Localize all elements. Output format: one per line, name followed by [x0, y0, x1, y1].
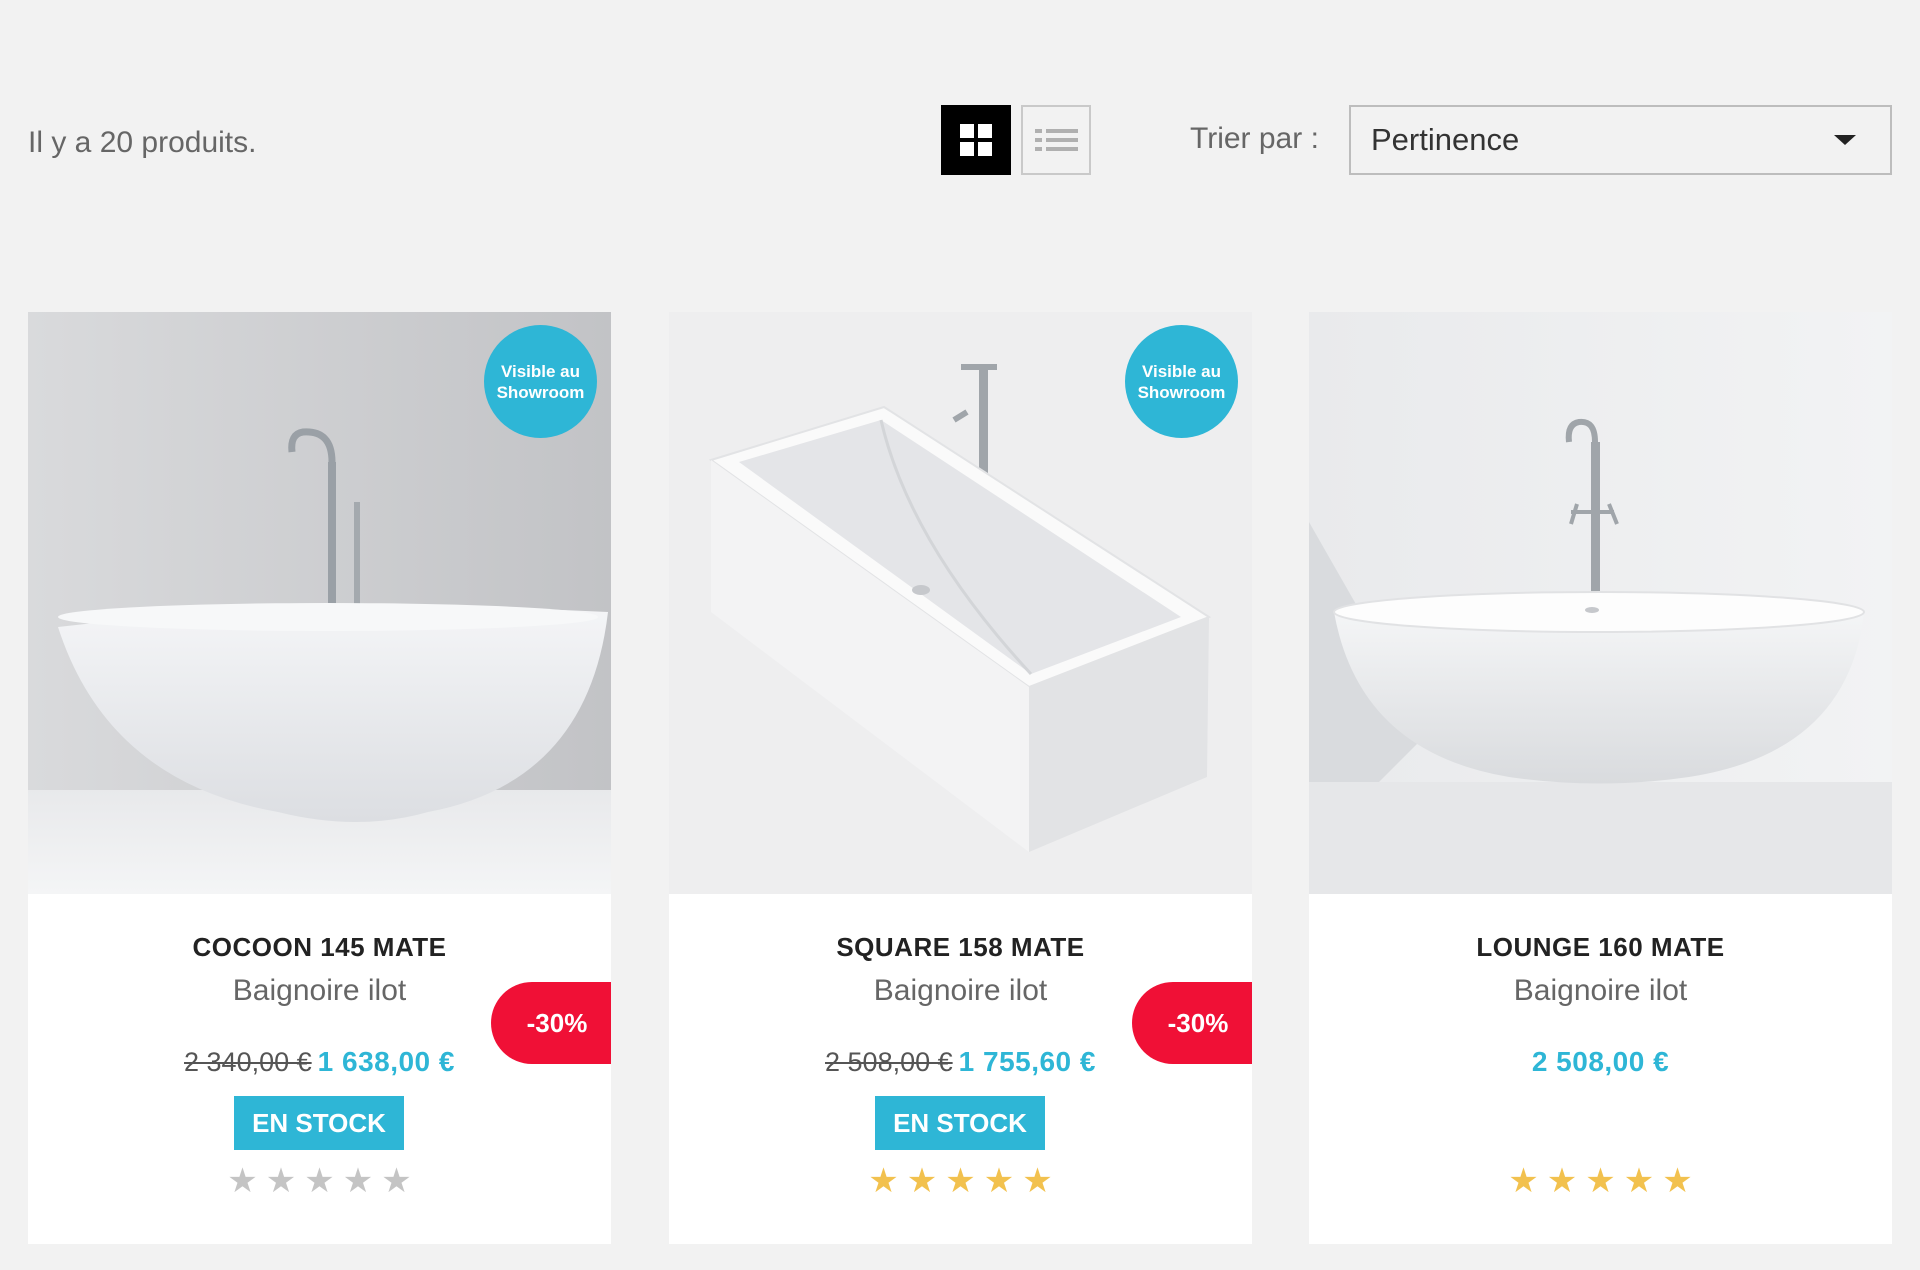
product-card[interactable]: Visible au Showroom SQUARE 158 MATE Baig…	[669, 312, 1252, 1244]
stock-badge: EN STOCK	[234, 1096, 404, 1150]
price-old: 2 508,00 €	[825, 1047, 953, 1077]
showroom-badge-line2: Showroom	[496, 382, 585, 402]
product-card[interactable]: Visible au Showroom COCOON 145 MATE Baig…	[28, 312, 611, 1244]
price-row: 2 340,00 € 1 638,00 €	[28, 1046, 611, 1078]
stock-badge: EN STOCK	[875, 1096, 1045, 1150]
showroom-badge-line1: Visible au	[1141, 361, 1222, 381]
price-new: 1 638,00 €	[317, 1046, 455, 1077]
product-title[interactable]: COCOON 145 MATE	[28, 932, 611, 963]
star-icon: ★	[906, 1162, 938, 1200]
product-list-toolbar: Il y a 20 produits. Trier par : Pertinen…	[0, 0, 1920, 230]
showroom-badge: Visible au Showroom	[1125, 325, 1238, 438]
product-card[interactable]: LOUNGE 160 MATE Baignoire ilot 2 508,00 …	[1309, 312, 1892, 1244]
star-icon: ★	[265, 1162, 297, 1200]
product-subtitle: Baignoire ilot	[1513, 974, 1688, 1007]
star-icon: ★	[1585, 1162, 1616, 1200]
product-image[interactable]	[1309, 312, 1892, 894]
price-row: 2 508,00 €	[1309, 1046, 1892, 1078]
star-icon: ★	[1662, 1162, 1693, 1200]
showroom-badge-line1: Visible au	[500, 361, 581, 381]
showroom-badge-line2: Showroom	[1137, 382, 1226, 402]
star-icon: ★	[381, 1162, 412, 1200]
showroom-badge: Visible au Showroom	[484, 325, 597, 438]
rating-stars: ★ ★ ★ ★ ★	[669, 1164, 1252, 1198]
rating-stars: ★ ★ ★ ★ ★	[28, 1164, 611, 1198]
product-info: SQUARE 158 MATE Baignoire ilot -30% 2 50…	[669, 894, 1252, 1244]
star-icon: ★	[1623, 1162, 1655, 1200]
star-icon: ★	[983, 1162, 1015, 1200]
price-new: 2 508,00 €	[1531, 1046, 1670, 1077]
star-icon: ★	[945, 1162, 976, 1200]
rating-stars: ★ ★ ★ ★ ★	[1309, 1164, 1892, 1198]
sort-select-value: Pertinence	[1371, 122, 1520, 157]
product-image[interactable]: Visible au Showroom	[28, 312, 611, 894]
star-icon: ★	[304, 1162, 335, 1200]
product-count: Il y a 20 produits.	[28, 126, 257, 159]
grid-view-button[interactable]	[941, 105, 1011, 175]
product-image[interactable]: Visible au Showroom	[669, 312, 1252, 894]
grid-icon	[960, 124, 992, 156]
list-icon	[1034, 129, 1078, 151]
star-icon: ★	[868, 1162, 899, 1200]
list-view-button[interactable]	[1021, 105, 1091, 175]
chevron-down-icon	[1834, 135, 1856, 145]
sort-label: Trier par :	[1190, 122, 1319, 155]
product-info: COCOON 145 MATE Baignoire ilot -30% 2 34…	[28, 894, 611, 1244]
product-title[interactable]: LOUNGE 160 MATE	[1309, 932, 1892, 963]
product-title[interactable]: SQUARE 158 MATE	[669, 932, 1252, 963]
price-new: 1 755,60 €	[958, 1046, 1096, 1077]
star-icon: ★	[1022, 1162, 1053, 1200]
product-info: LOUNGE 160 MATE Baignoire ilot 2 508,00 …	[1309, 894, 1892, 1244]
star-icon: ★	[1508, 1162, 1539, 1200]
star-icon: ★	[227, 1162, 258, 1200]
sort-select[interactable]: Pertinence	[1349, 105, 1892, 175]
price-row: 2 508,00 € 1 755,60 €	[669, 1046, 1252, 1078]
star-icon: ★	[1546, 1162, 1578, 1200]
price-old: 2 340,00 €	[184, 1047, 312, 1077]
star-icon: ★	[342, 1162, 374, 1200]
